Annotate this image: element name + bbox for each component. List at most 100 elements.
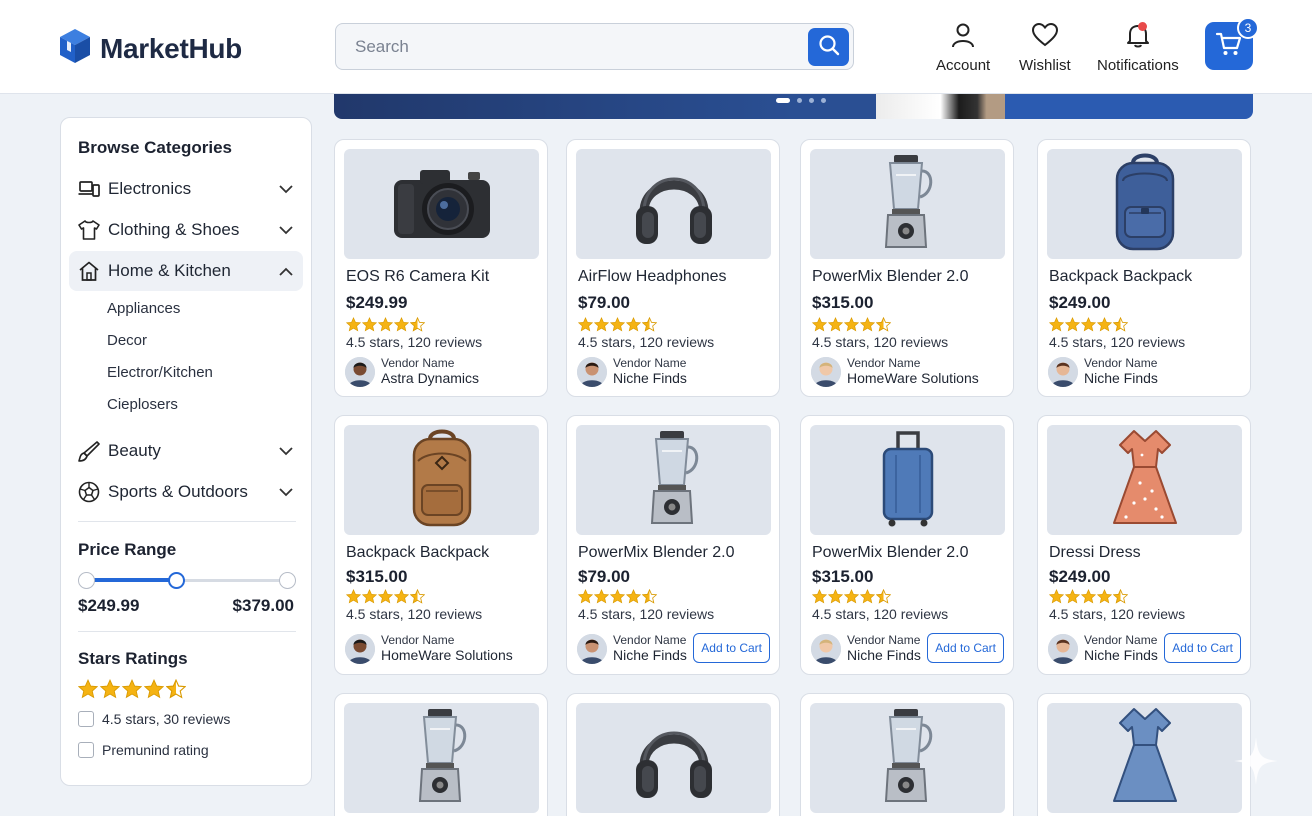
vendor-info[interactable]: Vendor Name HomeWare Solutions [345, 633, 513, 664]
rating-filter-stars[interactable] [77, 678, 187, 704]
product-name[interactable]: Dressi Dress [1049, 544, 1141, 562]
product-card[interactable]: PowerMix Blender 2.0 $315.00 4.5 stars, … [800, 415, 1014, 675]
carousel-dot[interactable] [809, 98, 814, 103]
add-to-cart-button[interactable]: Add to Cart [693, 633, 770, 663]
tshirt-icon [78, 219, 100, 241]
brand-logo[interactable]: MarketHub [58, 28, 242, 69]
rating-option-4-5[interactable]: 4.5 stars, 30 reviews [78, 711, 230, 727]
vendor-info[interactable]: Vendor Name HomeWare Solutions [811, 356, 979, 387]
home-icon [78, 260, 100, 282]
vendor-label: Vendor Name [1084, 633, 1158, 647]
vendor-info[interactable]: Vendor Name Niche Finds [811, 633, 921, 664]
wishlist-button[interactable]: Wishlist [1019, 22, 1071, 74]
vendor-info[interactable]: Vendor Name Astra Dynamics [345, 356, 479, 387]
sidebar: Browse Categories Electronics Clothing &… [60, 117, 312, 786]
checkbox[interactable] [78, 711, 94, 727]
product-card[interactable]: PowerMix Blender 2.0 $79.00 4.5 stars, 1… [566, 415, 780, 675]
search-button[interactable] [808, 28, 849, 66]
product-image[interactable] [576, 425, 771, 535]
rating-option-premium[interactable]: Premunind rating [78, 742, 209, 758]
vendor-name[interactable]: Niche Finds [1084, 647, 1158, 664]
product-image[interactable] [1047, 149, 1242, 259]
star-full-icon [121, 679, 143, 704]
vendor-info[interactable]: Vendor Name Niche Finds [1048, 633, 1158, 664]
product-card[interactable]: EOS R6 Camera Kit $249.99 4.5 stars, 120… [334, 139, 548, 397]
vendor-name[interactable]: HomeWare Solutions [847, 370, 979, 387]
vendor-name[interactable]: Niche Finds [847, 647, 921, 664]
vendor-name[interactable]: Astra Dynamics [381, 370, 479, 387]
product-image[interactable] [576, 149, 771, 259]
subcategory-appliances[interactable]: Appliances [107, 300, 180, 317]
product-name[interactable]: AirFlow Headphones [578, 268, 727, 286]
product-image[interactable] [344, 149, 539, 259]
vendor-label: Vendor Name [847, 633, 921, 647]
product-image[interactable] [576, 703, 771, 813]
product-card[interactable]: PowerMix Blender 2.0 $315.00 4.5 stars, … [800, 139, 1014, 397]
category-beauty[interactable]: Beauty [69, 431, 303, 471]
product-image[interactable] [1047, 425, 1242, 535]
account-button[interactable]: Account [936, 22, 990, 74]
chevron-down-icon [279, 181, 293, 199]
checkbox[interactable] [78, 742, 94, 758]
category-sports-outdoors[interactable]: Sports & Outdoors [69, 472, 303, 512]
product-name[interactable]: PowerMix Blender 2.0 [812, 544, 969, 562]
search-icon [818, 34, 840, 61]
slider-min-handle[interactable] [78, 572, 95, 589]
product-image[interactable] [1047, 703, 1242, 813]
product-card[interactable]: Backpack Backpack $249.00 4.5 stars, 120… [1037, 139, 1251, 397]
vendor-info[interactable]: Vendor Name Niche Finds [1048, 356, 1158, 387]
vendor-name[interactable]: Niche Finds [1084, 370, 1158, 387]
product-name[interactable]: Backpack Backpack [1049, 268, 1192, 286]
product-card[interactable]: Dressi Dress $249.00 4.5 stars, 120 revi… [1037, 415, 1251, 675]
product-name[interactable]: PowerMix Blender 2.0 [578, 544, 735, 562]
subcategory-decor[interactable]: Decor [107, 332, 147, 349]
vendor-label: Vendor Name [381, 633, 455, 647]
subcategory-cieplosers[interactable]: Cieplosers [107, 396, 178, 413]
subcategory-electror-kitchen[interactable]: Electror/Kitchen [107, 364, 213, 381]
hero-banner[interactable] [334, 94, 1253, 119]
category-electronics[interactable]: Electronics [69, 169, 303, 209]
carousel-dot-active[interactable] [776, 98, 790, 103]
product-card[interactable] [566, 693, 780, 816]
slider-max-handle[interactable] [279, 572, 296, 589]
vendor-label: Vendor Name [847, 356, 921, 370]
product-name[interactable]: PowerMix Blender 2.0 [812, 268, 969, 286]
product-image[interactable] [810, 149, 1005, 259]
vendor-info[interactable]: Vendor Name Niche Finds [577, 356, 687, 387]
slider-handle[interactable] [167, 572, 185, 589]
product-card[interactable] [334, 693, 548, 816]
product-image[interactable] [810, 425, 1005, 535]
product-image[interactable] [344, 703, 539, 813]
vendor-name[interactable]: Niche Finds [613, 370, 687, 387]
add-to-cart-button[interactable]: Add to Cart [927, 633, 1004, 663]
product-card[interactable]: Backpack Backpack $315.00 4.5 stars, 120… [334, 415, 548, 675]
search-input[interactable] [336, 24, 806, 69]
category-home-kitchen[interactable]: Home & Kitchen [69, 251, 303, 291]
product-image[interactable] [810, 703, 1005, 813]
product-card[interactable] [1037, 693, 1251, 816]
brush-icon [78, 440, 100, 462]
category-label: Home & Kitchen [108, 261, 231, 280]
wishlist-label: Wishlist [1019, 57, 1071, 74]
dress-blue-icon [1112, 707, 1178, 810]
price-range-slider[interactable] [78, 570, 296, 590]
vendor-info[interactable]: Vendor Name Niche Finds [577, 633, 687, 664]
product-card[interactable] [800, 693, 1014, 816]
vendor-name[interactable]: Niche Finds [613, 647, 687, 664]
product-reviews: 4.5 stars, 120 reviews [346, 334, 483, 350]
vendor-label: Vendor Name [381, 356, 455, 370]
category-clothing-shoes[interactable]: Clothing & Shoes [69, 210, 303, 250]
product-image[interactable] [344, 425, 539, 535]
product-price: $315.00 [346, 567, 408, 586]
vendor-avatar [577, 356, 607, 387]
product-name[interactable]: EOS R6 Camera Kit [346, 268, 489, 286]
product-name[interactable]: Backpack Backpack [346, 544, 489, 562]
category-label: Sports & Outdoors [108, 482, 248, 501]
product-card[interactable]: AirFlow Headphones $79.00 4.5 stars, 120… [566, 139, 780, 397]
slider-fill [86, 578, 177, 582]
add-to-cart-button[interactable]: Add to Cart [1164, 633, 1241, 663]
vendor-name[interactable]: HomeWare Solutions [381, 647, 513, 664]
notifications-button[interactable]: Notifications [1097, 22, 1179, 74]
carousel-dot[interactable] [821, 98, 826, 103]
carousel-dot[interactable] [797, 98, 802, 103]
